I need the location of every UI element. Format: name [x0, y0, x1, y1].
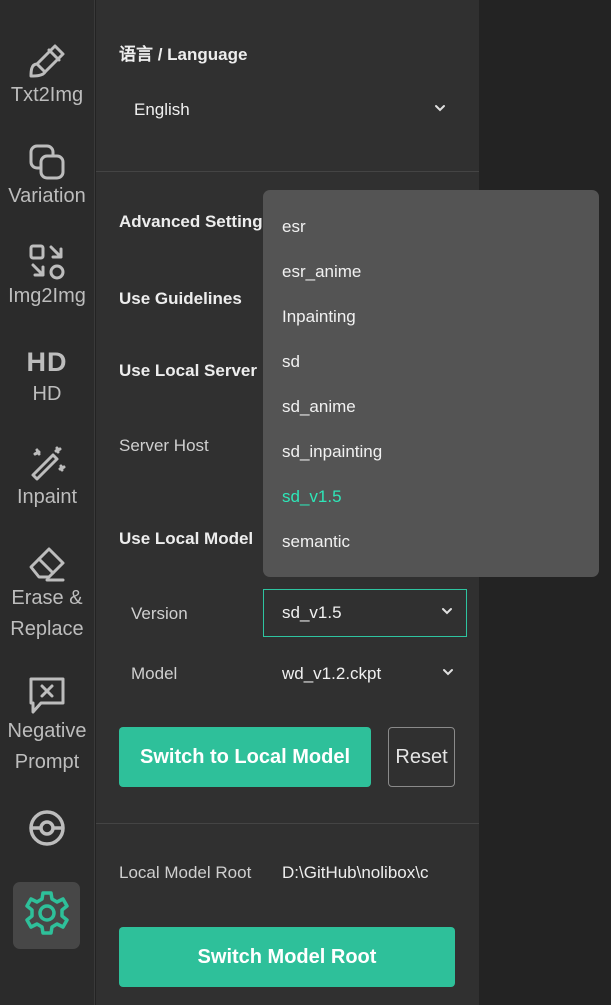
server-host-label: Server Host — [119, 436, 209, 455]
divider — [96, 823, 479, 824]
sidebar-item-txt2img[interactable]: Txt2Img — [0, 42, 94, 111]
switch-model-root-button[interactable]: Switch Model Root — [119, 927, 455, 987]
language-select-value: English — [134, 100, 190, 119]
gear-icon — [23, 889, 71, 942]
chevron-down-icon — [433, 100, 447, 120]
sidebar-item-label: Img2Img — [8, 285, 86, 307]
version-select-value: sd_v1.5 — [282, 603, 342, 622]
sidebar-item-negative-prompt[interactable]: Negative Prompt — [0, 676, 94, 778]
reset-button[interactable]: Reset — [388, 727, 455, 787]
negative-prompt-icon — [27, 676, 67, 716]
dropdown-option-semantic[interactable]: semantic — [263, 519, 599, 564]
sidebar-item-label: Variation — [8, 185, 86, 207]
dropdown-option-sd-inpainting[interactable]: sd_inpainting — [263, 429, 599, 474]
sidebar-item-variation[interactable]: Variation — [0, 143, 94, 212]
use-local-model-label: Use Local Model — [119, 529, 254, 548]
sidebar-item-hd[interactable]: HD HD — [0, 345, 94, 410]
overlap-squares-icon — [27, 143, 67, 181]
model-select-value: wd_v1.2.ckpt — [282, 664, 382, 683]
hd-icon: HD — [26, 347, 68, 377]
sidebar-item-erase-replace[interactable]: Erase & Replace — [0, 545, 94, 645]
switch-to-local-model-button[interactable]: Switch to Local Model — [119, 727, 371, 787]
chevron-down-icon — [441, 664, 455, 684]
transform-icon — [27, 243, 67, 281]
sidebar-item-pokeball[interactable] — [0, 808, 94, 848]
local-model-root-value[interactable]: D:\GitHub\nolibox\c — [282, 863, 457, 883]
sidebar-item-label: Inpaint — [16, 486, 78, 508]
local-model-root-label: Local Model Root — [119, 863, 252, 882]
language-heading: 语言 / Language — [119, 45, 248, 64]
sidebar-item-label: Erase & — [11, 587, 83, 609]
language-select[interactable]: English — [119, 88, 455, 132]
eraser-icon — [27, 545, 67, 583]
dropdown-option-sd-anime[interactable]: sd_anime — [263, 384, 599, 429]
sidebar: Txt2Img Variation Img2Img HD HD Inpaint … — [0, 0, 95, 1005]
sidebar-item-settings[interactable] — [13, 882, 80, 949]
version-select[interactable]: sd_v1.5 — [263, 589, 467, 637]
dropdown-option-esr-anime[interactable]: esr_anime — [263, 249, 599, 294]
sidebar-item-img2img[interactable]: Img2Img — [0, 243, 94, 312]
brush-icon — [27, 42, 67, 80]
dropdown-option-inpainting[interactable]: Inpainting — [263, 294, 599, 339]
dropdown-option-sd[interactable]: sd — [263, 339, 599, 384]
sidebar-item-label: Prompt — [14, 751, 80, 773]
sidebar-item-label: Txt2Img — [10, 84, 84, 106]
divider — [96, 171, 479, 172]
sidebar-item-label: Negative — [7, 720, 87, 742]
version-label: Version — [131, 604, 188, 623]
use-guidelines-label: Use Guidelines — [119, 289, 242, 308]
chevron-down-icon — [440, 603, 454, 623]
version-dropdown-menu: esr esr_anime Inpainting sd sd_anime sd_… — [263, 190, 599, 577]
advanced-settings-heading: Advanced Settings — [119, 212, 273, 231]
sidebar-item-label: HD — [32, 383, 62, 405]
model-label: Model — [131, 664, 178, 683]
dropdown-option-esr[interactable]: esr — [263, 204, 599, 249]
sidebar-item-label: Replace — [10, 618, 84, 640]
magic-wand-icon — [27, 444, 67, 482]
model-select[interactable]: wd_v1.2.ckpt — [263, 650, 467, 698]
pokeball-icon — [27, 808, 67, 848]
sidebar-item-inpaint[interactable]: Inpaint — [0, 444, 94, 513]
use-local-server-label: Use Local Server — [119, 361, 257, 380]
dropdown-option-sd-v1-5[interactable]: sd_v1.5 — [263, 474, 599, 519]
